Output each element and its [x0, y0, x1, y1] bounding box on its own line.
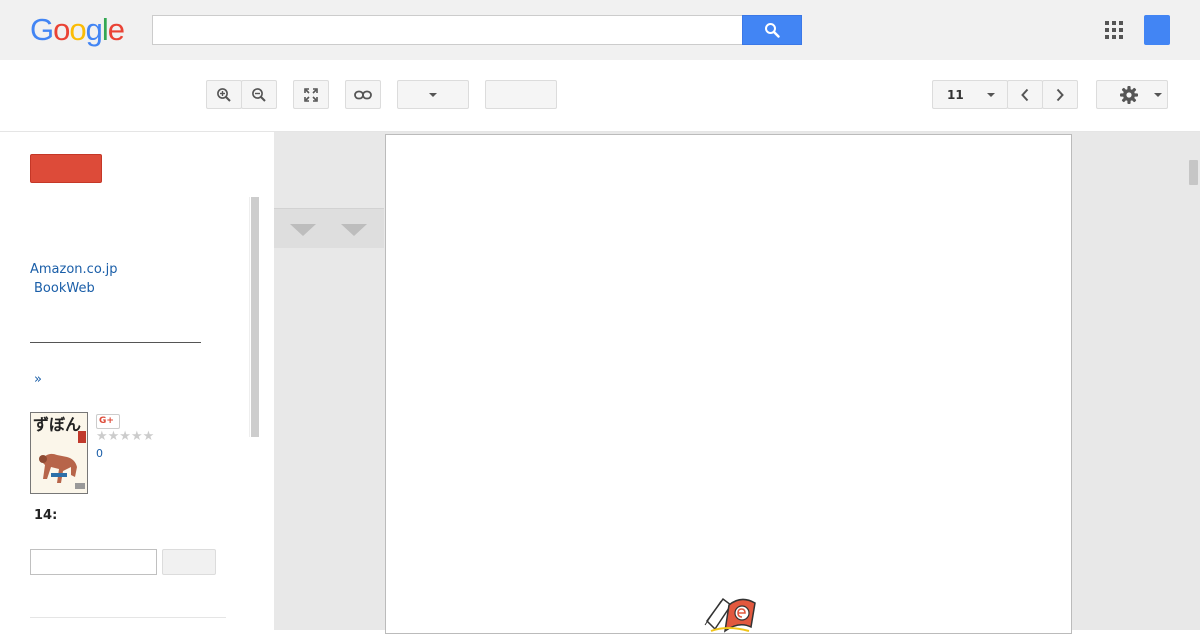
- zoom-in-icon: [217, 87, 231, 102]
- apps-grid-icon[interactable]: [1105, 21, 1123, 39]
- settings-menu-button[interactable]: [1096, 80, 1168, 109]
- chevron-right-icon: [1056, 88, 1064, 101]
- book-sidebar: Amazon.co.jp BookWeb » ずぼん G+ ★★★★★ 0 14…: [0, 132, 274, 630]
- gear-icon: [1120, 85, 1138, 104]
- google-logo[interactable]: Google: [30, 14, 125, 46]
- search-input[interactable]: [152, 15, 743, 45]
- account-avatar[interactable]: [1144, 15, 1170, 45]
- search-button[interactable]: [742, 15, 802, 45]
- store-link-bookweb[interactable]: BookWeb: [34, 281, 95, 296]
- top-header: Google: [0, 0, 1200, 60]
- book-page[interactable]: [385, 134, 1072, 634]
- chevron-down-icon: [429, 92, 437, 97]
- search-in-book-button[interactable]: [162, 549, 216, 575]
- divider: [30, 342, 201, 343]
- viewer-scrollbar-thumb[interactable]: [1189, 160, 1198, 185]
- sidebar-scrollbar[interactable]: [249, 197, 259, 437]
- sidebar-scrollbar-thumb[interactable]: [251, 197, 259, 437]
- zoom-out-icon: [252, 87, 266, 102]
- next-page-button[interactable]: [1042, 80, 1078, 109]
- fullscreen-icon: [304, 87, 318, 102]
- search-in-book-input[interactable]: [30, 549, 157, 575]
- chevron-left-icon: [1021, 88, 1029, 101]
- chevron-down-icon: [987, 92, 995, 97]
- review-count-link[interactable]: 0: [96, 447, 103, 460]
- rating-stars[interactable]: ★★★★★: [96, 429, 154, 444]
- viewer-toolbar: 11: [0, 60, 1200, 132]
- previous-page-button[interactable]: [1007, 80, 1043, 109]
- page-number-value: 11: [947, 87, 964, 102]
- triangle-down-icon[interactable]: [341, 224, 367, 236]
- zoom-in-button[interactable]: [206, 80, 242, 109]
- page-number-select[interactable]: 11: [932, 80, 1008, 109]
- get-book-button[interactable]: [30, 154, 102, 183]
- svg-text:ずぼん: ずぼん: [33, 415, 81, 434]
- store-link-amazon[interactable]: Amazon.co.jp: [30, 262, 118, 277]
- thumbnail-toggle-bar: [274, 208, 384, 248]
- section-heading: 14:: [34, 508, 58, 523]
- link-icon: [354, 90, 372, 99]
- divider: [30, 617, 226, 618]
- more-link[interactable]: »: [34, 372, 42, 387]
- book-viewer: [274, 132, 1200, 634]
- chevron-down-icon: [1154, 93, 1162, 97]
- search-icon: [765, 23, 780, 38]
- zoom-out-button[interactable]: [241, 80, 277, 109]
- book-cover-thumbnail[interactable]: ずぼん: [30, 412, 88, 494]
- text-view-button[interactable]: [485, 80, 557, 109]
- google-plus-button[interactable]: G+: [96, 414, 120, 429]
- fullscreen-button[interactable]: [293, 80, 329, 109]
- open-book-loading-icon: [704, 597, 756, 633]
- view-mode-dropdown[interactable]: [397, 80, 469, 109]
- link-button[interactable]: [345, 80, 381, 109]
- triangle-down-icon[interactable]: [290, 224, 316, 236]
